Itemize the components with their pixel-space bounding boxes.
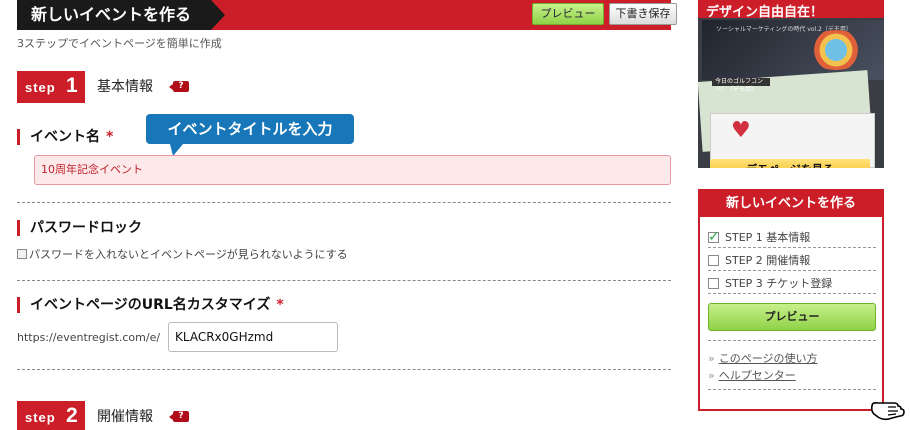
url-slug-input[interactable]: KLACRx0GHzmd	[168, 322, 338, 352]
password-lock-option[interactable]: パスワードを入れないとイベントページが見られないようにする	[17, 246, 348, 262]
panel-step-label: STEP 2 開催情報	[725, 253, 811, 267]
usage-guide-link-text[interactable]: このページの使い方	[719, 352, 818, 365]
url-custom-label: イベントページのURL名カスタマイズ *	[17, 297, 284, 313]
chevron-right-icon: »	[708, 352, 715, 365]
help-center-link-text[interactable]: ヘルプセンター	[719, 369, 796, 382]
demo-screenshot-caption: 今日のゴルフコンペ！（デモ用）	[712, 78, 770, 93]
required-mark: *	[106, 129, 114, 145]
step2-title: 開催情報	[97, 409, 153, 425]
chevron-right-icon: »	[708, 369, 715, 382]
checkbox-icon	[708, 255, 719, 266]
usage-guide-link[interactable]: » このページの使い方	[708, 350, 818, 366]
step1-badge: step 1	[17, 71, 85, 103]
password-lock-checkbox-label: パスワードを入れないとイベントページが見られないようにする	[29, 248, 348, 261]
password-lock-label: パスワードロック	[17, 220, 142, 236]
panel-title: 新しいイベントを作る	[700, 191, 882, 217]
step1-number: 1	[66, 74, 78, 97]
required-mark: *	[276, 297, 284, 313]
step1-title: 基本情報	[97, 79, 153, 95]
demo-screenshots-image: ソーシャルマーケティングの時代 vol.2（デモ用） 今日のゴルフコンペ！（デモ…	[698, 18, 884, 168]
page-title: 新しいイベントを作る	[17, 0, 225, 30]
heart-mark-icon: ♥	[731, 118, 751, 143]
step2-badge: step 2	[17, 401, 85, 430]
help-icon[interactable]: ?	[169, 81, 189, 92]
page-header: 新しいイベントを作る プレビュー 下書き保存	[17, 0, 677, 30]
title-tooltip: イベントタイトルを入力	[146, 114, 354, 156]
step2-number: 2	[66, 404, 78, 427]
step2-word: step	[25, 410, 56, 425]
demo-art-graphic	[806, 30, 866, 70]
url-custom-label-text: イベントページのURL名カスタマイズ	[30, 297, 271, 313]
password-lock-checkbox[interactable]	[17, 249, 27, 259]
panel-divider	[708, 389, 876, 390]
panel-divider	[708, 340, 876, 341]
panel-step-label: STEP 1 基本情報	[725, 230, 811, 244]
check-icon	[708, 228, 720, 246]
section-divider	[17, 280, 671, 281]
help-center-link[interactable]: » ヘルプセンター	[708, 367, 796, 383]
panel-preview-button[interactable]: プレビュー	[708, 303, 876, 331]
page-subtitle: 3ステップでイベントページを簡単に作成	[17, 37, 222, 50]
panel-step-label: STEP 3 チケット登録	[725, 276, 833, 290]
section-divider	[17, 369, 671, 370]
save-draft-button[interactable]: 下書き保存	[609, 3, 677, 25]
step1-word: step	[25, 80, 56, 95]
event-name-label-text: イベント名	[30, 129, 100, 145]
event-name-label: イベント名 *	[17, 129, 113, 145]
help-icon[interactable]: ?	[169, 411, 189, 422]
hand-cursor-icon	[870, 402, 905, 421]
panel-step-item[interactable]: STEP 3 チケット登録	[708, 274, 876, 294]
panel-step-item[interactable]: STEP 2 開催情報	[708, 251, 876, 271]
panel-step-item[interactable]: STEP 1 基本情報	[708, 228, 876, 248]
url-prefix: https://eventregist.com/e/	[17, 331, 161, 344]
event-title-input[interactable]: 10周年記念イベント	[34, 155, 671, 185]
view-demo-button[interactable]: デモページを見る	[710, 159, 870, 168]
steps-panel: 新しいイベントを作る STEP 1 基本情報 STEP 2 開催情報 STEP …	[698, 189, 884, 411]
preview-button[interactable]: プレビュー	[532, 3, 604, 25]
design-banner[interactable]: デザイン自由自在！ ソーシャルマーケティングの時代 vol.2（デモ用） 今日の…	[698, 0, 884, 168]
section-divider	[17, 202, 671, 203]
checkbox-icon	[708, 278, 719, 289]
